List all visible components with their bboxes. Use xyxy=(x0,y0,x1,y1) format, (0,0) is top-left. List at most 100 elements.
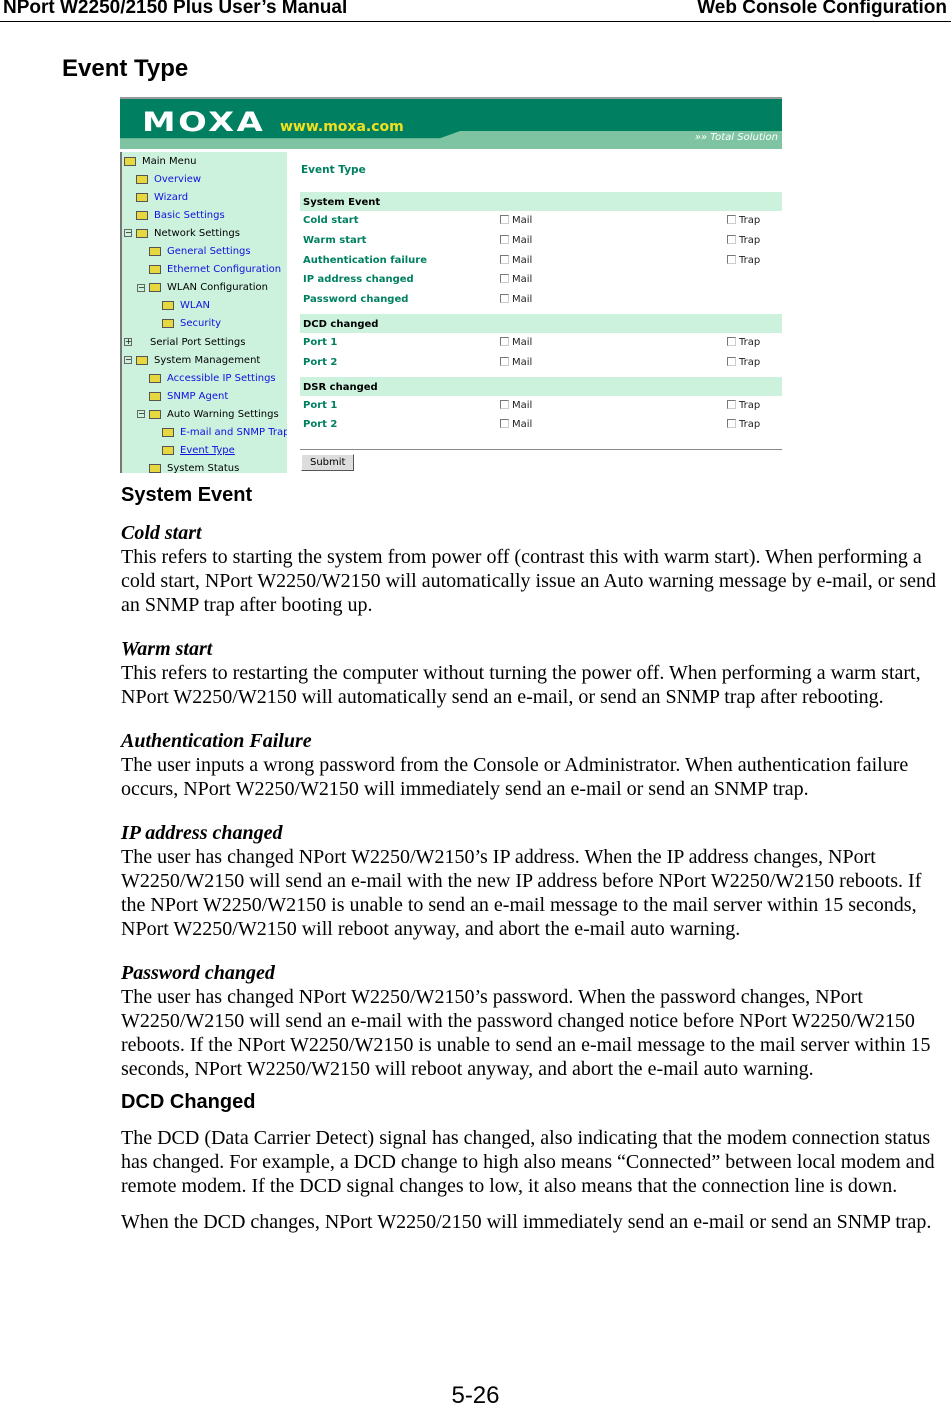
menu-item-label: WLAN Configuration xyxy=(167,282,269,294)
submit-button[interactable]: Submit xyxy=(301,454,355,471)
checkbox-icon[interactable] xyxy=(727,337,736,346)
folder-icon xyxy=(149,391,161,401)
menu-item-label: E-mail and SNMP Trap xyxy=(180,427,287,438)
checkbox-icon[interactable] xyxy=(500,419,509,429)
menu-item[interactable]: − Network Settings xyxy=(124,225,240,241)
event-description: Password changed The user has changed NPo… xyxy=(121,961,947,1081)
expand-icon[interactable]: + xyxy=(124,338,132,346)
checkbox-icon[interactable] xyxy=(500,215,509,224)
menu-item[interactable]: Main Menu xyxy=(124,153,197,169)
folder-icon xyxy=(136,210,148,220)
event-row: Port 2 Mail Trap xyxy=(303,417,782,435)
collapse-icon[interactable]: − xyxy=(124,356,132,365)
checkbox-icon[interactable] xyxy=(500,294,509,304)
tagline: »» Total Solution xyxy=(694,132,778,143)
mail-checkbox[interactable]: Mail xyxy=(500,274,532,285)
event-row: Password changed Mail xyxy=(303,292,782,310)
event-name: Port 1 xyxy=(303,337,338,348)
dcd-paragraph: When the DCD changes, NPort W2250/2150 w… xyxy=(121,1211,932,1233)
folder-icon xyxy=(162,428,174,437)
section-header: DSR changed xyxy=(300,376,782,396)
moxa-logo: MOXA xyxy=(142,107,266,138)
open-folder-icon xyxy=(136,228,148,238)
event-row: Warm start Mail Trap xyxy=(303,233,782,251)
checkbox-icon[interactable] xyxy=(727,399,736,409)
menu-item[interactable]: WLAN xyxy=(162,298,210,314)
folder-icon xyxy=(149,464,161,473)
menu-item[interactable]: Overview xyxy=(136,171,201,187)
menu-item[interactable]: Basic Settings xyxy=(136,207,225,223)
menu-item-label: WLAN xyxy=(180,300,211,312)
menu-item[interactable]: + Serial Port Settings xyxy=(124,334,246,350)
menu-item[interactable]: − WLAN Configuration xyxy=(137,280,268,296)
menu-item[interactable]: SNMP Agent xyxy=(149,388,228,404)
trap-checkbox[interactable]: Trap xyxy=(727,356,760,368)
menu-item[interactable]: Wizard xyxy=(136,189,188,205)
mail-checkbox[interactable]: Mail xyxy=(500,215,532,226)
menu-item[interactable]: General Settings xyxy=(149,244,251,260)
checkbox-icon[interactable] xyxy=(500,274,509,284)
menu-item-label: Accessible IP Settings xyxy=(167,372,276,384)
menu-item[interactable]: Accessible IP Settings xyxy=(149,370,276,386)
event-text: The user has changed NPort W2250/W2150’s… xyxy=(121,846,922,940)
menu-item-label: Network Settings xyxy=(154,227,240,239)
folder-icon xyxy=(149,247,161,256)
event-text: This refers to starting the system from … xyxy=(121,546,937,616)
mail-checkbox[interactable]: Mail xyxy=(500,254,532,266)
dcd-heading: DCD Changed xyxy=(121,1091,256,1113)
mail-checkbox[interactable]: Mail xyxy=(500,234,532,246)
event-row: IP address changed Mail xyxy=(303,272,782,290)
trap-checkbox[interactable]: Trap xyxy=(727,234,760,246)
checkbox-icon[interactable] xyxy=(500,234,509,244)
event-name: Password changed xyxy=(303,294,409,306)
menu-item-label: System Status xyxy=(167,463,240,473)
collapse-icon[interactable]: − xyxy=(137,283,145,292)
menu-item[interactable]: E-mail and SNMP Trap xyxy=(162,425,287,441)
event-term: Warm start xyxy=(121,638,213,660)
event-name: Port 2 xyxy=(303,419,338,431)
mail-checkbox[interactable]: Mail xyxy=(500,399,532,411)
mail-checkbox[interactable]: Mail xyxy=(500,337,532,348)
menu-item[interactable]: Security xyxy=(162,316,221,332)
menu-item[interactable]: − Auto Warning Settings xyxy=(137,406,279,422)
menu-item-label: Serial Port Settings xyxy=(150,336,246,348)
trap-checkbox[interactable]: Trap xyxy=(727,215,760,226)
collapse-icon[interactable]: − xyxy=(137,410,145,419)
collapse-icon[interactable]: − xyxy=(124,229,132,238)
checkbox-icon[interactable] xyxy=(727,254,736,264)
trap-checkbox[interactable]: Trap xyxy=(727,419,760,430)
checkbox-icon[interactable] xyxy=(727,234,736,244)
menu-item-label: Overview xyxy=(154,173,202,185)
menu-item[interactable]: − System Management xyxy=(124,352,260,368)
open-folder-icon xyxy=(136,355,148,365)
menu-item[interactable]: Ethernet Configuration xyxy=(149,262,281,278)
trap-checkbox[interactable]: Trap xyxy=(727,254,760,266)
main-menu-tree: Main Menu Overview Wizard Basic Settings − Ne… xyxy=(120,152,287,473)
trap-checkbox[interactable]: Trap xyxy=(727,337,760,348)
moxa-url: www.moxa.com xyxy=(280,119,404,135)
event-row: Port 1 Mail Trap xyxy=(303,335,782,353)
menu-item-label: Wizard xyxy=(154,191,189,203)
menu-item-label: General Settings xyxy=(167,246,251,257)
menu-item-label: Event Type xyxy=(180,445,235,457)
form-title: Event Type xyxy=(301,164,366,176)
checkbox-icon[interactable] xyxy=(727,215,736,224)
checkbox-icon[interactable] xyxy=(500,254,509,264)
checkbox-icon[interactable] xyxy=(727,419,736,429)
mail-checkbox[interactable]: Mail xyxy=(500,356,532,368)
trap-checkbox[interactable]: Trap xyxy=(727,399,760,411)
open-folder-icon xyxy=(149,283,161,293)
event-row: Port 2 Mail Trap xyxy=(303,355,782,373)
menu-item[interactable]: System Status xyxy=(149,461,239,473)
folder-icon xyxy=(162,446,174,456)
manual-title: NPort W2250/2150 Plus User’s Manual xyxy=(3,0,348,18)
event-row: Cold start Mail Trap xyxy=(303,213,782,231)
checkbox-icon[interactable] xyxy=(500,356,509,366)
checkbox-icon[interactable] xyxy=(727,356,736,366)
checkbox-icon[interactable] xyxy=(500,399,509,409)
page-header: NPort W2250/2150 Plus User’s Manual Web … xyxy=(0,0,951,22)
menu-item[interactable]: Event Type xyxy=(162,443,235,459)
mail-checkbox[interactable]: Mail xyxy=(500,419,532,430)
checkbox-icon[interactable] xyxy=(500,337,509,346)
mail-checkbox[interactable]: Mail xyxy=(500,294,532,305)
